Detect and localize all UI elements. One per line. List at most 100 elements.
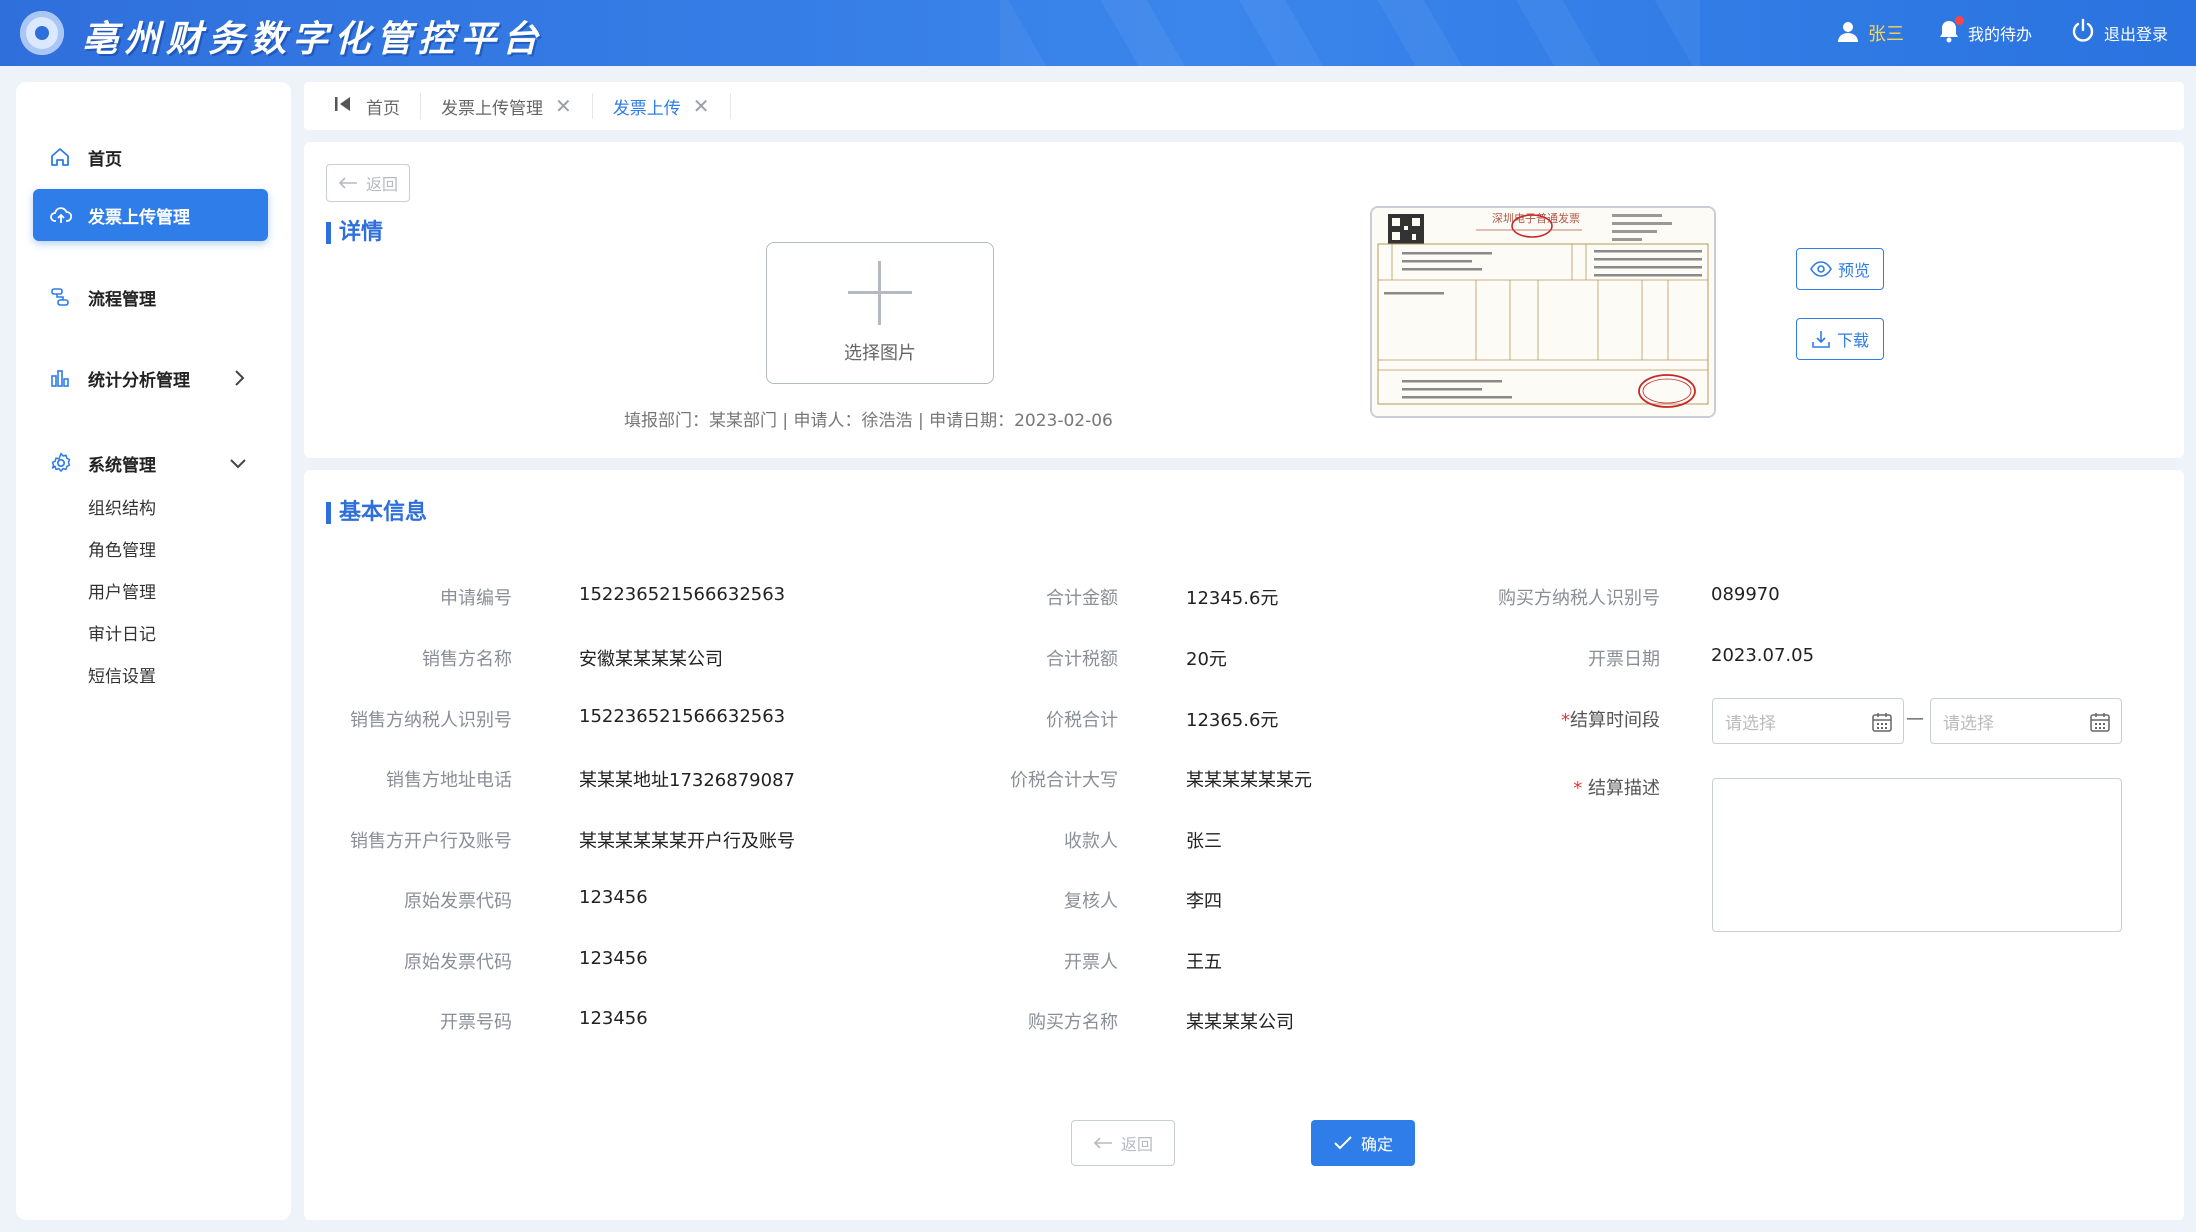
- tab-invoice-upload-mgmt[interactable]: 发票上传管理 ✕: [421, 93, 593, 119]
- field-label: 销售方地址电话: [386, 770, 512, 791]
- field-label: 价税合计大写: [1010, 770, 1118, 791]
- chevron-down-icon: [226, 451, 250, 480]
- sidebar-item-statistics[interactable]: 统计分析管理: [33, 352, 268, 404]
- field-label: 销售方开户行及账号: [350, 831, 512, 852]
- sidebar-item-label: 首页: [88, 149, 122, 170]
- user-name: 张三: [1868, 24, 1904, 45]
- sidebar-item-system[interactable]: 系统管理: [33, 437, 268, 489]
- field-label: 原始发票代码: [404, 952, 512, 973]
- sidebar-item-home[interactable]: 首页: [33, 131, 268, 183]
- start-date-placeholder: 请选择: [1725, 713, 1776, 734]
- back-button[interactable]: 返回: [1071, 1120, 1175, 1166]
- user-menu[interactable]: 张三: [1836, 0, 1904, 66]
- cloud-upload-icon: [50, 205, 76, 225]
- back-label: 返回: [1120, 1135, 1153, 1154]
- chevron-right-icon: [228, 366, 250, 395]
- field-label: 开票日期: [1588, 649, 1660, 670]
- field-label: 收款人: [1064, 831, 1118, 852]
- tab-invoice-upload[interactable]: 发票上传 ✕: [593, 93, 731, 119]
- confirm-button[interactable]: 确定: [1311, 1120, 1415, 1166]
- period-label-text: 结算时间段: [1570, 710, 1660, 731]
- field-label: 购买方纳税人识别号: [1498, 588, 1660, 609]
- field-label: 价税合计: [1046, 710, 1118, 731]
- section-title-detail: 详情: [326, 222, 383, 244]
- logo-icon: [20, 11, 64, 55]
- check-icon: [1333, 1135, 1353, 1151]
- tab-label: 首页: [366, 98, 400, 119]
- todo-label: 我的待办: [1968, 25, 2033, 44]
- settlement-period-label: *结算时间段: [1561, 706, 1660, 732]
- download-button[interactable]: 下载: [1796, 318, 1884, 360]
- required-mark: *: [1561, 710, 1570, 731]
- sidebar-subitem-sms[interactable]: 短信设置: [88, 662, 156, 687]
- required-mark: *: [1573, 778, 1583, 799]
- arrow-left-icon: [338, 176, 358, 190]
- tab-label: 发票上传管理: [441, 98, 543, 119]
- top-header: 亳州财务数字化管控平台 张三 我的待办 退出登录: [0, 0, 2196, 66]
- close-icon[interactable]: ✕: [693, 94, 710, 118]
- field-value: 152236521566632563: [579, 584, 786, 605]
- plus-icon: [848, 261, 912, 325]
- download-label: 下载: [1836, 331, 1869, 350]
- field-value: 某某某某某某元: [1186, 770, 1312, 791]
- notification-dot: [1955, 16, 1964, 25]
- gear-icon: [50, 452, 76, 474]
- field-label: 申请编号: [440, 588, 512, 609]
- sidebar-item-label: 发票上传管理: [88, 207, 190, 228]
- settlement-desc-textarea[interactable]: [1712, 778, 2122, 932]
- end-date-placeholder: 请选择: [1943, 713, 1994, 734]
- field-label: 复核人: [1064, 891, 1118, 912]
- sidebar-item-label: 流程管理: [88, 289, 156, 310]
- arrow-left-icon: [1093, 1136, 1113, 1150]
- collapse-left-icon[interactable]: [334, 94, 352, 118]
- power-icon: [2070, 18, 2096, 48]
- sidebar: 首页 发票上传管理 流程管理 统计分析管理 系统管理 组织结构 角色管理 用户管…: [16, 82, 291, 1220]
- calendar-icon: [2089, 711, 2111, 738]
- home-icon: [50, 147, 76, 167]
- preview-button[interactable]: 预览: [1796, 248, 1884, 290]
- close-icon[interactable]: ✕: [555, 94, 572, 118]
- field-value: 089970: [1711, 584, 1780, 605]
- field-label: 合计税额: [1046, 649, 1118, 670]
- field-value: 李四: [1186, 891, 1222, 912]
- field-label: 开票人: [1064, 952, 1118, 973]
- bell-icon: [1938, 16, 1964, 47]
- sidebar-subitem-audit[interactable]: 审计日记: [88, 620, 156, 645]
- field-value: 20元: [1186, 649, 1227, 670]
- tabs-bar: 首页 发票上传管理 ✕ 发票上传 ✕: [304, 82, 2184, 130]
- field-value: 张三: [1186, 831, 1222, 852]
- sidebar-item-invoice-upload[interactable]: 发票上传管理: [33, 189, 268, 241]
- image-upload-box[interactable]: 选择图片: [766, 242, 994, 384]
- sidebar-subitem-org[interactable]: 组织结构: [88, 494, 156, 519]
- todo-button[interactable]: 我的待办: [1938, 0, 2032, 66]
- start-date-input[interactable]: 请选择: [1712, 698, 1904, 744]
- field-label: 合计金额: [1046, 588, 1118, 609]
- detail-panel: 返回 详情 选择图片 填报部门：某某部门 | 申请人：徐浩浩 | 申请日期：20…: [304, 142, 2184, 458]
- field-label: 销售方名称: [422, 649, 512, 670]
- confirm-label: 确定: [1360, 1135, 1393, 1154]
- sidebar-item-process[interactable]: 流程管理: [33, 271, 268, 323]
- desc-label-text: 结算描述: [1588, 778, 1660, 799]
- field-value: 王五: [1186, 952, 1222, 973]
- field-label: 购买方名称: [1028, 1012, 1118, 1033]
- back-button-top[interactable]: 返回: [326, 164, 410, 202]
- field-value: 123456: [579, 948, 648, 969]
- app-title: 亳州财务数字化管控平台: [82, 19, 545, 60]
- logout-button[interactable]: 退出登录: [2070, 0, 2168, 66]
- flow-icon: [50, 287, 76, 307]
- end-date-input[interactable]: 请选择: [1930, 698, 2122, 744]
- sidebar-subitem-user[interactable]: 用户管理: [88, 578, 156, 603]
- field-label: 开票号码: [440, 1012, 512, 1033]
- sidebar-item-label: 统计分析管理: [88, 370, 190, 391]
- tab-home[interactable]: 首页: [366, 93, 421, 119]
- section-title-basic: 基本信息: [326, 502, 427, 524]
- field-value: 某某某地址17326879087: [579, 770, 795, 791]
- calendar-icon: [1871, 711, 1893, 738]
- field-value: 安徽某某某某公司: [579, 649, 723, 670]
- invoice-thumbnail[interactable]: 深圳电子普通发票: [1370, 206, 1716, 418]
- field-value: 152236521566632563: [579, 706, 786, 727]
- sidebar-subitem-role[interactable]: 角色管理: [88, 536, 156, 561]
- field-value: 某某某某公司: [1186, 1012, 1294, 1033]
- basic-info-panel: 基本信息 申请编号 152236521566632563 销售方名称 安徽某某某…: [304, 470, 2184, 1220]
- bar-chart-icon: [50, 368, 76, 388]
